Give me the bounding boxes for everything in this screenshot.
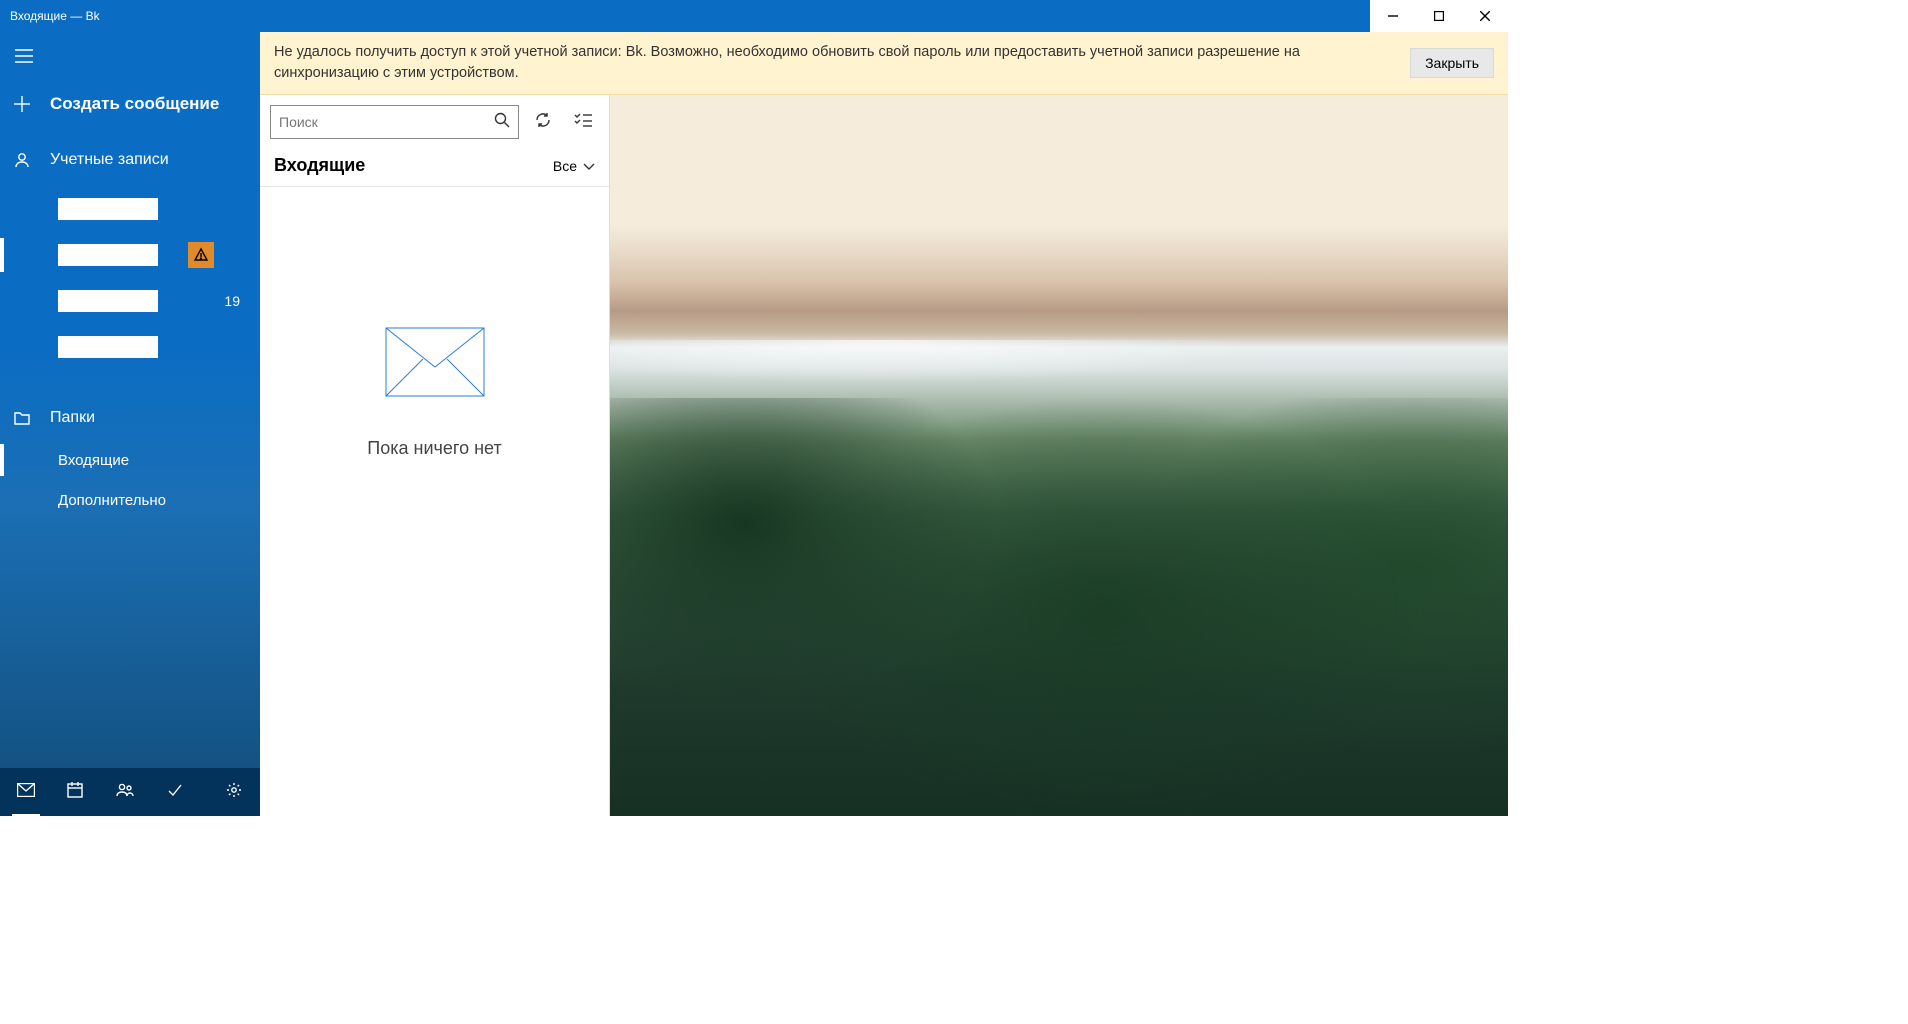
- accounts-header[interactable]: Учетные записи: [0, 138, 260, 182]
- people-icon: [116, 783, 134, 802]
- sidebar: Создать сообщение Учетные записи 19: [0, 32, 260, 816]
- folder-icon: [14, 411, 30, 425]
- unread-count: 19: [224, 293, 240, 309]
- account-item[interactable]: [0, 186, 260, 232]
- envelope-icon: [385, 327, 485, 438]
- plus-icon: [14, 96, 30, 112]
- banner-close-button[interactable]: Закрыть: [1410, 48, 1494, 78]
- todo-nav-button[interactable]: [155, 768, 195, 816]
- mail-icon: [17, 783, 35, 802]
- accounts-list: 19: [0, 186, 260, 370]
- select-mode-button[interactable]: [567, 106, 599, 138]
- folder-label: Входящие: [58, 452, 129, 469]
- search-input[interactable]: [279, 114, 488, 130]
- list-title: Входящие: [274, 155, 365, 176]
- sync-button[interactable]: [527, 106, 559, 138]
- titlebar: Входящие — Bk: [0, 0, 1508, 32]
- folder-inbox[interactable]: Входящие: [0, 440, 260, 480]
- select-list-icon: [574, 113, 592, 132]
- gear-icon: [226, 782, 242, 803]
- reading-pane: [610, 95, 1508, 816]
- account-name-redacted: [58, 198, 158, 220]
- account-item[interactable]: [0, 232, 260, 278]
- settings-nav-button[interactable]: [214, 768, 254, 816]
- banner-message: Не удалось получить доступ к этой учетно…: [274, 42, 1394, 84]
- close-window-button[interactable]: [1462, 0, 1508, 32]
- empty-state: Пока ничего нет: [260, 187, 609, 816]
- hamburger-button[interactable]: [0, 32, 48, 80]
- folder-more[interactable]: Дополнительно: [0, 480, 260, 520]
- search-icon: [494, 112, 510, 133]
- person-icon: [14, 152, 30, 168]
- empty-text: Пока ничего нет: [367, 438, 501, 459]
- account-item[interactable]: 19: [0, 278, 260, 324]
- calendar-icon: [67, 782, 83, 803]
- list-header: Входящие Все: [260, 145, 609, 187]
- filter-label: Все: [553, 158, 577, 174]
- compose-label: Создать сообщение: [50, 94, 219, 114]
- account-item[interactable]: [0, 324, 260, 370]
- error-banner: Не удалось получить доступ к этой учетно…: [260, 32, 1508, 95]
- mail-nav-button[interactable]: [6, 768, 46, 816]
- maximize-button[interactable]: [1416, 0, 1462, 32]
- folders-header-label: Папки: [50, 409, 95, 427]
- account-name-redacted: [58, 290, 158, 312]
- sync-icon: [534, 111, 552, 134]
- bottom-nav: [0, 768, 260, 816]
- filter-dropdown[interactable]: Все: [553, 158, 595, 174]
- window-title: Входящие — Bk: [10, 9, 100, 23]
- accounts-header-label: Учетные записи: [50, 151, 169, 169]
- account-name-redacted: [58, 244, 158, 266]
- search-box[interactable]: [270, 105, 519, 139]
- window-controls: [1370, 0, 1508, 32]
- folder-label: Дополнительно: [58, 492, 166, 509]
- account-name-redacted: [58, 336, 158, 358]
- todo-icon: [167, 782, 183, 803]
- folders-header[interactable]: Папки: [0, 396, 260, 440]
- people-nav-button[interactable]: [105, 768, 145, 816]
- chevron-down-icon: [583, 158, 595, 174]
- compose-button[interactable]: Создать сообщение: [0, 80, 260, 128]
- calendar-nav-button[interactable]: [56, 768, 96, 816]
- warning-badge: [188, 242, 214, 268]
- minimize-button[interactable]: [1370, 0, 1416, 32]
- message-list-column: Входящие Все Пока ничего нет: [260, 95, 610, 816]
